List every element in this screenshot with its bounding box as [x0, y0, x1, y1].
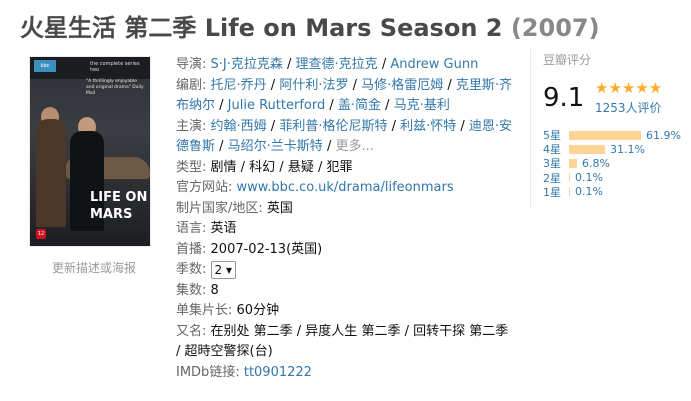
director-link[interactable]: S·J·克拉克森	[211, 57, 283, 72]
rating-bar	[569, 144, 605, 154]
writer-label: 编剧:	[176, 77, 207, 93]
genre-label: 类型:	[176, 159, 207, 175]
cast-link[interactable]: 利兹·怀特	[400, 119, 456, 134]
genre-value: 剧情 / 科幻 / 悬疑 / 犯罪	[210, 159, 353, 175]
cast-more-link[interactable]: 更多...	[335, 139, 373, 154]
poster-logo: LIFE ON MARS	[90, 189, 147, 223]
website-row: 官方网站: www.bbc.co.uk/drama/lifeonmars	[176, 178, 516, 199]
title-year: (2007)	[510, 14, 600, 42]
rating-bar-label: 1星	[543, 185, 561, 199]
director-label: 导演:	[176, 57, 207, 72]
poster-bbc-badge: bbc	[34, 60, 56, 72]
writer-link[interactable]: 马克·基利	[394, 98, 450, 113]
cast-label: 主演:	[176, 118, 207, 134]
writer-link[interactable]: Julie Rutterford	[228, 98, 326, 113]
director-link[interactable]: 理查德·克拉克	[296, 57, 378, 72]
writer-link[interactable]: 盖·简金	[338, 98, 381, 113]
writer-link[interactable]: 马修·格雷厄姆	[361, 78, 443, 93]
cast-link[interactable]: 约翰·西姆	[211, 119, 267, 134]
rating-bar	[569, 130, 641, 140]
rating-bar	[569, 187, 570, 197]
poster-image[interactable]: bbc the complete series two "A thrilling…	[30, 57, 150, 246]
runtime-label: 单集片长:	[176, 303, 233, 318]
rating-bar-percent: 0.1%	[575, 171, 603, 185]
rating-bar-row: 1星 0.1%	[543, 185, 681, 199]
rating-bar-percent: 0.1%	[575, 185, 603, 199]
language-row: 语言: 英语	[176, 219, 516, 240]
title-main: 火星生活 第二季 Life on Mars Season 2	[20, 14, 503, 42]
season-select[interactable]: 2 ▾	[210, 260, 237, 279]
rating-title: 豆瓣评分	[543, 53, 592, 67]
rating-bar-percent: 31.1%	[610, 142, 645, 156]
writer-link[interactable]: 托尼·乔丹	[211, 78, 267, 93]
director-row: 导演: S·J·克拉克森 / 理查德·克拉克 / Andrew Gunn	[176, 57, 479, 72]
imdb-link[interactable]: tt0901222	[244, 365, 312, 380]
rating-distribution: 5星 61.9% 4星 31.1% 3星 6.8% 2星 0.1% 1星 0.1…	[543, 128, 681, 199]
director-link[interactable]: Andrew Gunn	[390, 57, 478, 72]
runtime-row: 单集片长: 60分钟	[176, 301, 516, 322]
website-link[interactable]: www.bbc.co.uk/drama/lifeonmars	[237, 180, 454, 195]
imdb-row: IMDb链接: tt0901222	[176, 363, 516, 384]
rating-bar-row: 2星 0.1%	[543, 171, 681, 185]
season-row: 季数: 2 ▾	[176, 260, 516, 281]
language-label: 语言:	[176, 221, 207, 236]
writer-link[interactable]: 阿什利·法罗	[279, 78, 348, 93]
cast-row: 主演: 约翰·西姆 / 菲利普·格伦尼斯特 / 利兹·怀特 / 迪恩·安德鲁斯 …	[176, 118, 513, 155]
poster-logo-line1: LIFE ON	[90, 190, 148, 205]
episodes-row: 集数: 8	[176, 281, 516, 302]
runtime-value: 60分钟	[236, 303, 280, 318]
country-row: 制片国家/地区: 英国	[176, 199, 516, 220]
premiere-row: 首播: 2007-02-13(英国)	[176, 240, 516, 261]
premiere-value: 2007-02-13(英国)	[210, 241, 323, 257]
season-label: 季数:	[176, 262, 207, 277]
rating-bar	[569, 173, 570, 183]
rating-bar-row: 5星 61.9%	[543, 128, 681, 143]
language-value: 英语	[210, 221, 237, 236]
episodes-value: 8	[210, 282, 219, 298]
poster-quote: "A thrillingly enjoyable and original dr…	[86, 79, 144, 96]
poster-series-text: the complete series two	[90, 61, 140, 73]
rating-bar-percent: 61.9%	[646, 128, 681, 142]
cast-link[interactable]: 菲利普·格伦尼斯特	[279, 119, 387, 134]
aka-label: 又名:	[176, 323, 207, 339]
cast-link[interactable]: 马绍尔·兰卡斯特	[228, 139, 323, 154]
premiere-label: 首播:	[176, 241, 207, 257]
genre-row: 类型: 剧情 / 科幻 / 悬疑 / 犯罪	[176, 158, 516, 179]
rating-votes-link[interactable]: 1253人评价	[595, 99, 662, 116]
poster-figure	[36, 119, 66, 227]
rating-stars-icon: ★★★★★	[595, 79, 663, 97]
rating-score: 9.1	[543, 83, 585, 113]
episodes-label: 集数:	[176, 282, 207, 298]
poster-logo-line2: MARS	[90, 207, 133, 222]
rating-bar-row: 3星 6.8%	[543, 156, 681, 171]
rating-bar	[569, 158, 577, 168]
website-label: 官方网站:	[176, 180, 233, 195]
rating-bar-percent: 6.8%	[582, 156, 610, 170]
rating-bar-row: 4星 31.1%	[543, 142, 681, 157]
writer-row: 编剧: 托尼·乔丹 / 阿什利·法罗 / 马修·格雷厄姆 / 克里斯·齐布纳尔 …	[176, 77, 513, 114]
info-panel: 导演: S·J·克拉克森 / 理查德·克拉克 / Andrew Gunn 编剧:…	[176, 55, 516, 383]
country-label: 制片国家/地区:	[176, 200, 263, 216]
rating-panel: 豆瓣评分 9.1 ★★★★★ 1253人评价 5星 61.9% 4星 31.1%…	[530, 49, 691, 209]
imdb-label: IMDb链接:	[176, 364, 240, 380]
page-title: 火星生活 第二季 Life on Mars Season 2 (2007)	[20, 8, 600, 43]
update-description-link[interactable]: 更新描述或海报	[52, 259, 136, 276]
aka-value: 在别处 第二季 / 异度人生 第二季 / 回转干探 第二季 / 超時空警探(台)	[176, 323, 509, 360]
country-value: 英国	[266, 200, 293, 216]
aka-row: 又名: 在别处 第二季 / 异度人生 第二季 / 回转干探 第二季 / 超時空警…	[176, 322, 516, 363]
poster-age-rating: 12	[36, 229, 46, 239]
